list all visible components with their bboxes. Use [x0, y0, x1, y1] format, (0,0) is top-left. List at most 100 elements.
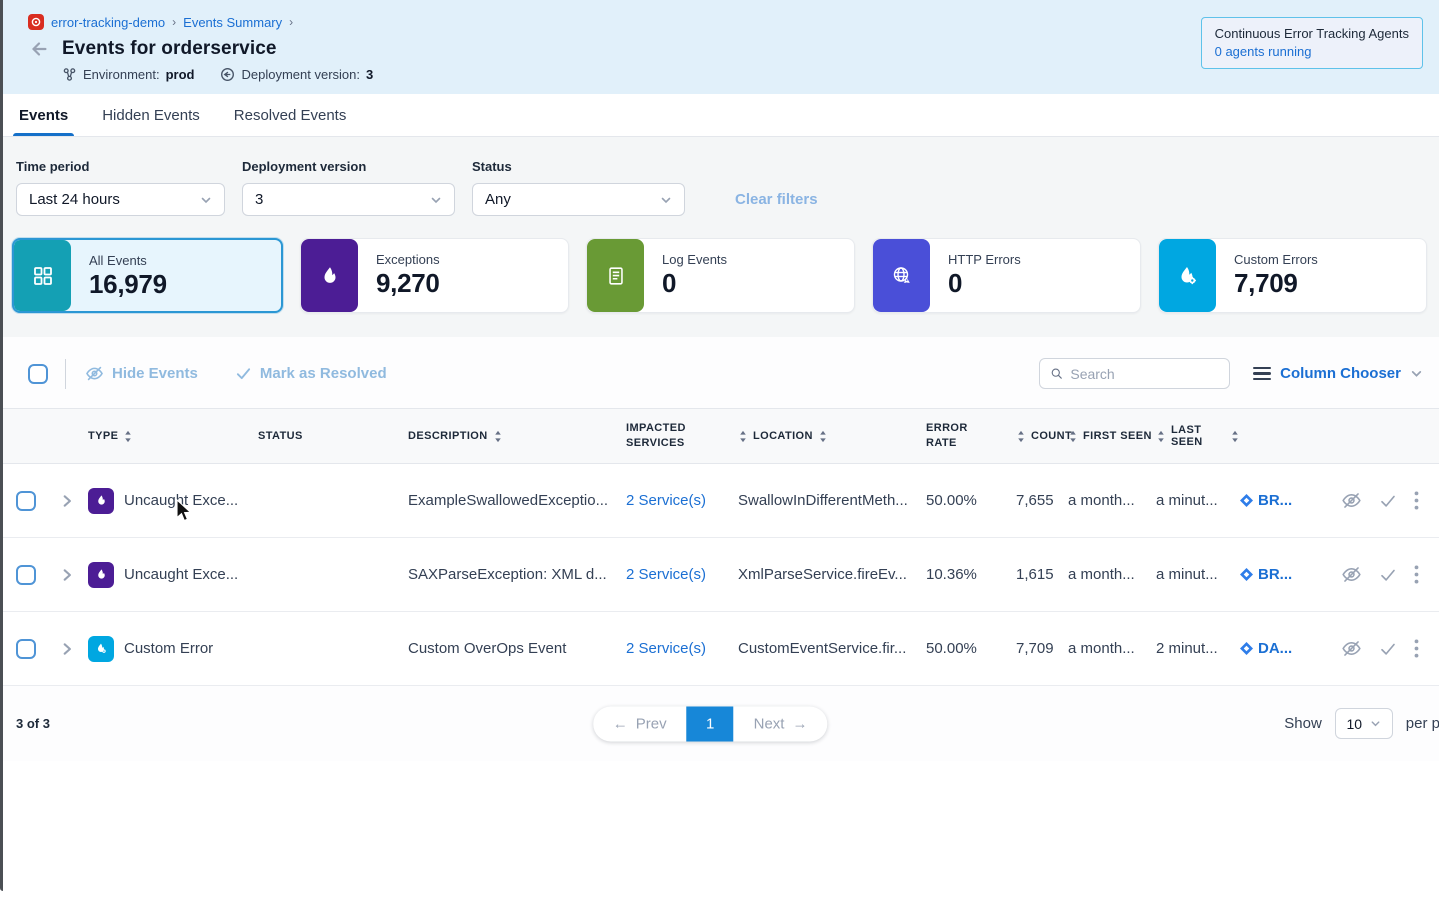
resolve-check-icon[interactable]	[1379, 566, 1397, 584]
stat-card-label: Exceptions	[376, 252, 440, 267]
hide-event-icon[interactable]	[1341, 638, 1362, 659]
exception-flame-icon	[88, 562, 114, 588]
deployment-version-value: 3	[255, 191, 263, 208]
sort-icon[interactable]	[1230, 430, 1240, 443]
stat-card-log-events[interactable]: Log Events 0	[586, 238, 855, 313]
sort-icon[interactable]	[123, 430, 133, 443]
clear-filters-button[interactable]: Clear filters	[735, 191, 818, 208]
chevron-down-icon	[1370, 718, 1381, 729]
cell-location: CustomEventService.fir...	[738, 640, 926, 657]
time-period-select[interactable]: Last 24 hours	[16, 183, 225, 216]
search-box	[1039, 358, 1230, 389]
table-row: Custom Error Custom OverOps Event 2 Serv…	[0, 612, 1439, 686]
prev-page-button[interactable]: ← Prev	[593, 706, 687, 741]
stat-card-label: Custom Errors	[1234, 252, 1318, 267]
status-select[interactable]: Any	[472, 183, 685, 216]
column-chooser-button[interactable]: Column Chooser	[1253, 365, 1423, 382]
table-row: Uncaught Exce... SAXParseException: XML …	[0, 538, 1439, 612]
environment-icon	[62, 67, 77, 82]
cell-type: Uncaught Exce...	[124, 566, 238, 583]
breadcrumb-section-link[interactable]: Events Summary	[183, 15, 282, 30]
col-type: TYPE	[88, 430, 118, 442]
sort-icon[interactable]	[818, 430, 828, 443]
sort-icon[interactable]	[493, 430, 503, 443]
arrow-left-icon: ←	[613, 715, 628, 732]
ticket-link[interactable]: BR...	[1258, 566, 1292, 583]
deployment-version-select[interactable]: 3	[242, 183, 455, 216]
services-link[interactable]: 2 Service(s)	[626, 566, 706, 583]
stat-card-label: HTTP Errors	[948, 252, 1021, 267]
cell-location: XmlParseService.fireEv...	[738, 566, 926, 583]
tab-events[interactable]: Events	[17, 94, 70, 136]
ticket-link[interactable]: DA...	[1258, 640, 1292, 657]
hide-event-icon[interactable]	[1341, 564, 1362, 585]
stat-card-value: 16,979	[89, 269, 167, 300]
show-label: Show	[1284, 715, 1322, 732]
col-status: STATUS	[258, 430, 303, 442]
sort-icon[interactable]	[1068, 430, 1078, 443]
custom-error-flame-icon	[88, 636, 114, 662]
stat-card-label: Log Events	[662, 252, 727, 267]
row-checkbox[interactable]	[16, 491, 36, 511]
next-label: Next	[754, 715, 785, 732]
tab-hidden-events[interactable]: Hidden Events	[100, 94, 202, 136]
back-arrow-icon[interactable]	[28, 38, 50, 60]
resolve-check-icon[interactable]	[1379, 492, 1397, 510]
jira-diamond-icon	[1240, 642, 1253, 655]
hide-event-icon[interactable]	[1341, 490, 1362, 511]
expand-chevron-icon[interactable]	[60, 494, 88, 508]
cell-last-seen: 2 minut...	[1156, 640, 1240, 657]
sort-icon[interactable]	[1156, 430, 1166, 443]
stat-card-all-events[interactable]: All Events 16,979	[12, 238, 283, 313]
deployment-value: 3	[366, 67, 373, 82]
deployment-version-label: Deployment version	[242, 159, 455, 174]
table-footer: 3 of 3 ← Prev 1 Next → Show 10 per page	[0, 686, 1439, 761]
agents-running-link[interactable]: 0 agents running	[1215, 44, 1409, 59]
col-last-seen: LAST SEEN	[1171, 424, 1220, 448]
services-link[interactable]: 2 Service(s)	[626, 640, 706, 657]
select-all-checkbox[interactable]	[28, 364, 48, 384]
stat-card-exceptions[interactable]: Exceptions 9,270	[300, 238, 569, 313]
per-page-select[interactable]: 10	[1335, 708, 1393, 739]
status-value: Any	[485, 191, 511, 208]
bulk-action-bar: Hide Events Mark as Resolved Column Choo…	[0, 337, 1439, 408]
stat-cards: All Events 16,979 Exceptions 9,270 Log E…	[0, 216, 1439, 313]
services-link[interactable]: 2 Service(s)	[626, 492, 706, 509]
per-page-suffix: per page	[1406, 715, 1439, 732]
resolve-check-icon[interactable]	[1379, 640, 1397, 658]
page-number-button[interactable]: 1	[687, 706, 734, 741]
row-menu-icon[interactable]	[1414, 491, 1419, 510]
stat-card-http-errors[interactable]: HTTP Errors 0	[872, 238, 1141, 313]
per-page-value: 10	[1346, 716, 1362, 732]
search-input[interactable]	[1070, 366, 1219, 382]
page-title: Events for orderservice	[62, 38, 277, 60]
cell-error-rate: 50.00%	[926, 640, 1016, 657]
row-checkbox[interactable]	[16, 639, 36, 659]
chevron-down-icon	[660, 194, 672, 206]
col-first-seen: FIRST SEEN	[1083, 430, 1152, 442]
environment-value: prod	[166, 67, 195, 82]
cell-error-rate: 10.36%	[926, 566, 1016, 583]
stat-card-custom-errors[interactable]: Custom Errors 7,709	[1158, 238, 1427, 313]
deployment-version-filter: Deployment version 3	[242, 159, 455, 216]
tab-resolved-events[interactable]: Resolved Events	[232, 94, 349, 136]
mark-resolved-button[interactable]: Mark as Resolved	[235, 365, 387, 382]
row-menu-icon[interactable]	[1414, 565, 1419, 584]
search-icon	[1050, 366, 1063, 381]
sort-icon[interactable]	[738, 430, 748, 443]
cell-type: Uncaught Exce...	[124, 492, 238, 509]
expand-chevron-icon[interactable]	[60, 642, 88, 656]
next-page-button[interactable]: Next →	[734, 706, 828, 741]
breadcrumb-project-link[interactable]: error-tracking-demo	[51, 15, 165, 30]
agents-box-title: Continuous Error Tracking Agents	[1215, 26, 1409, 41]
sort-icon[interactable]	[1016, 430, 1026, 443]
cell-location: SwallowInDifferentMeth...	[738, 492, 926, 509]
row-menu-icon[interactable]	[1414, 639, 1419, 658]
row-checkbox[interactable]	[16, 565, 36, 585]
expand-chevron-icon[interactable]	[60, 568, 88, 582]
hide-events-button[interactable]: Hide Events	[85, 364, 198, 383]
deployment-meta: Deployment version: 3	[220, 67, 373, 82]
check-icon	[235, 365, 252, 382]
col-impacted-services: IMPACTED SERVICES	[626, 421, 698, 451]
ticket-link[interactable]: BR...	[1258, 492, 1292, 509]
